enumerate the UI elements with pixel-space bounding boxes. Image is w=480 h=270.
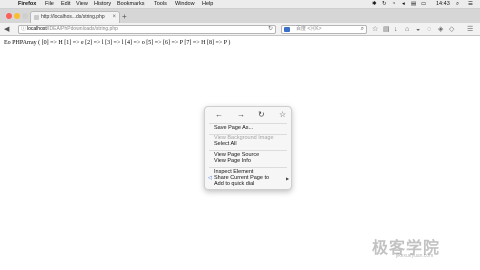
- back-arrow-icon[interactable]: ←: [215, 110, 223, 120]
- hamburger-menu-icon[interactable]: ☰: [467, 24, 473, 35]
- back-button[interactable]: ◀: [4, 24, 9, 35]
- tab-strip: http://localhos...ds/string.php × +: [0, 9, 480, 23]
- chat-icon[interactable]: ◌: [427, 24, 431, 35]
- menu-help[interactable]: Help: [202, 0, 213, 9]
- tab-active[interactable]: http://localhos...ds/string.php ×: [30, 11, 120, 23]
- menu-separator: [209, 167, 287, 168]
- site-info-icon[interactable]: ⓘ: [21, 26, 26, 33]
- url-bar[interactable]: ⓘ localhost/IDEA/PhPdownloads/string.php…: [18, 25, 276, 34]
- bookmark-star-icon[interactable]: ☆: [279, 110, 286, 120]
- wifi-icon[interactable]: ◔: [392, 0, 395, 9]
- new-tab-button[interactable]: +: [122, 12, 127, 22]
- bluetooth-icon[interactable]: ✱: [372, 0, 377, 9]
- home-icon[interactable]: ⌂: [405, 24, 409, 35]
- menu-history[interactable]: History: [94, 0, 111, 9]
- menu-item-view-page-info[interactable]: View Page Info: [214, 158, 251, 165]
- zoom-window-button[interactable]: [22, 13, 28, 19]
- spotlight-icon[interactable]: ⌕: [456, 0, 459, 9]
- reload-icon[interactable]: ↻: [268, 26, 273, 33]
- volume-icon[interactable]: ◂: [402, 0, 405, 9]
- share-icon: ◁: [208, 175, 212, 181]
- menu-view[interactable]: View: [76, 0, 88, 9]
- bookmark-star-icon[interactable]: ☆: [372, 24, 378, 35]
- page-output-text: Eo PHPArray ( [0] => H [1] => e [2] => l…: [4, 40, 231, 46]
- close-window-button[interactable]: [6, 13, 12, 19]
- menu-bookmarks[interactable]: Bookmarks: [117, 0, 145, 9]
- battery-icon[interactable]: ▭: [421, 0, 426, 9]
- forward-arrow-icon[interactable]: →: [237, 110, 245, 120]
- url-host: localhost: [27, 26, 47, 32]
- minimize-window-button[interactable]: [14, 13, 20, 19]
- submenu-arrow-icon: ▶: [286, 176, 290, 181]
- bookmarks-menu-icon[interactable]: ▤: [383, 24, 390, 35]
- search-placeholder: 百度 <⌘K>: [296, 26, 322, 32]
- downloads-icon[interactable]: ↓: [394, 24, 398, 35]
- macos-menubar: Firefox File Edit View History Bookmarks…: [0, 0, 480, 9]
- sync-icon[interactable]: ↻: [382, 0, 387, 9]
- context-menu: ← → ↻ ☆ Save Page As... View Background …: [204, 106, 292, 190]
- navigation-toolbar: ◀ ⓘ localhost/IDEA/PhPdownloads/string.p…: [0, 23, 480, 36]
- shield-icon[interactable]: ◇: [449, 24, 454, 35]
- menubar-clock[interactable]: 14:43: [436, 0, 450, 9]
- menu-edit[interactable]: Edit: [61, 0, 70, 9]
- search-bar[interactable]: 百度 <⌘K> ⌕: [281, 25, 367, 34]
- url-path: /IDEA/PhPdownloads/string.php: [46, 26, 118, 32]
- search-icon[interactable]: ⌕: [361, 26, 364, 33]
- menu-window[interactable]: Window: [175, 0, 195, 9]
- reload-icon[interactable]: ↻: [258, 110, 265, 120]
- menu-item-select-all[interactable]: Select All: [214, 141, 237, 148]
- menu-separator: [209, 150, 287, 151]
- notification-center-icon[interactable]: ☰: [468, 0, 473, 9]
- menu-file[interactable]: File: [45, 0, 54, 9]
- pocket-icon[interactable]: ◒: [416, 24, 420, 35]
- menu-tools[interactable]: Tools: [154, 0, 167, 9]
- menu-item-add-quick-dial[interactable]: Add to quick dial: [214, 181, 254, 188]
- menu-item-save-page-as[interactable]: Save Page As...: [214, 125, 253, 132]
- watermark-url: jikexueyuan.com: [396, 253, 434, 259]
- page-favicon-icon: [34, 15, 39, 20]
- tab-title: http://localhos...ds/string.php: [41, 14, 105, 20]
- search-engine-icon[interactable]: [284, 27, 290, 32]
- flag-icon[interactable]: ▤: [411, 0, 416, 9]
- menu-separator: [209, 123, 287, 124]
- close-tab-icon[interactable]: ×: [112, 12, 116, 23]
- menu-app-name[interactable]: Firefox: [18, 0, 36, 9]
- addon-icon[interactable]: ◈: [438, 24, 443, 35]
